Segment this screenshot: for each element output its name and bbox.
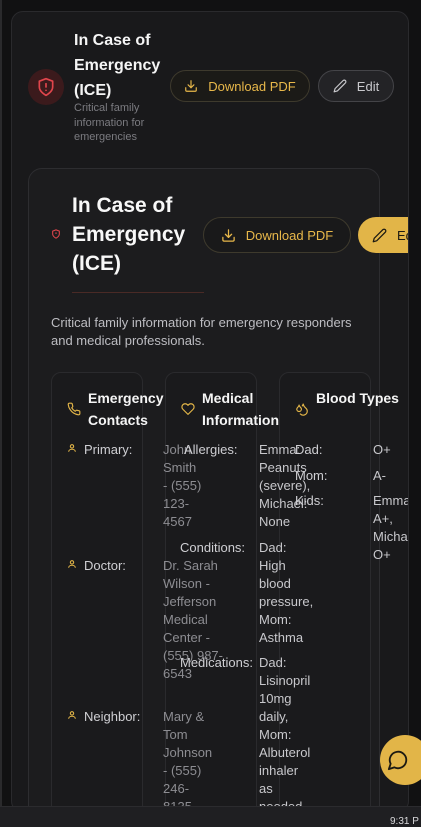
blood-value-kids: Emma: A+, Michael: O+ [373,493,408,562]
blood-value-mom: A- [373,468,386,483]
taskbar-clock: 9:31 P [390,816,419,827]
header-subtitle: Critical family information for emergenc… [74,102,145,143]
droplets-icon [296,403,308,416]
download-pdf-button-large[interactable]: Download PDF [203,217,351,253]
contact-label-neighbor: Neighbor: [84,709,141,724]
header-title: In Case of Emergency (ICE) [74,32,161,99]
ice-section-card: In Case of Emergency (ICE) Critical fami… [11,11,409,813]
shield-alert-icon [28,69,64,105]
medical-value-conditions: Dad: High blood pressure, Mom: Asthma [259,540,314,645]
page-title: In Case of Emergency (ICE) [72,194,186,275]
medical-label-conditions: Conditions: [180,540,246,555]
emergency-contacts-card [51,372,143,812]
download-pdf-button[interactable]: Download PDF [170,70,310,102]
contact-value-neighbor: Mary & Tom Johnson - (555) 246-8135 [163,709,213,812]
page-description: Critical family information for emergenc… [51,315,352,348]
taskbar: 9:31 P [0,806,421,827]
contact-label-primary: Primary: [84,442,133,457]
pencil-icon [372,228,387,242]
blood-types-heading: Blood Types [316,390,399,406]
medical-information-heading: Medical Information [202,390,279,428]
blood-value-dad: O+ [373,442,391,457]
shield-alert-icon [52,229,60,239]
edit-button-large[interactable]: Edit [358,217,408,253]
user-icon [68,444,76,452]
user-icon [68,560,76,568]
heart-icon [181,403,195,415]
medical-label-allergies: Allergies: [184,442,238,457]
pencil-icon [333,79,347,93]
medical-label-medications: Medications: [180,655,253,670]
edit-button[interactable]: Edit [318,70,394,102]
ice-detail-card: In Case of Emergency (ICE) Download PDF … [28,168,408,812]
blood-label-mom: Mom: [295,468,328,483]
emergency-contacts-heading: Emergency Contacts [88,390,164,428]
user-icon [68,711,76,719]
edit-label: Edit [397,227,408,243]
chat-icon [387,750,408,771]
edit-label: Edit [356,78,380,94]
download-icon [185,80,198,92]
download-pdf-label: Download PDF [245,227,334,243]
title-underline [72,292,204,293]
download-icon [222,228,235,242]
left-edge [0,0,2,806]
medical-value-medications: Dad: Lisinopril 10mg daily, Mom: Albuter… [259,655,311,812]
download-pdf-label: Download PDF [208,78,296,94]
phone-icon [67,402,81,416]
blood-label-dad: Dad: [295,442,323,457]
blood-label-kids: Kids: [295,493,324,508]
contact-label-doctor: Doctor: [84,558,126,573]
